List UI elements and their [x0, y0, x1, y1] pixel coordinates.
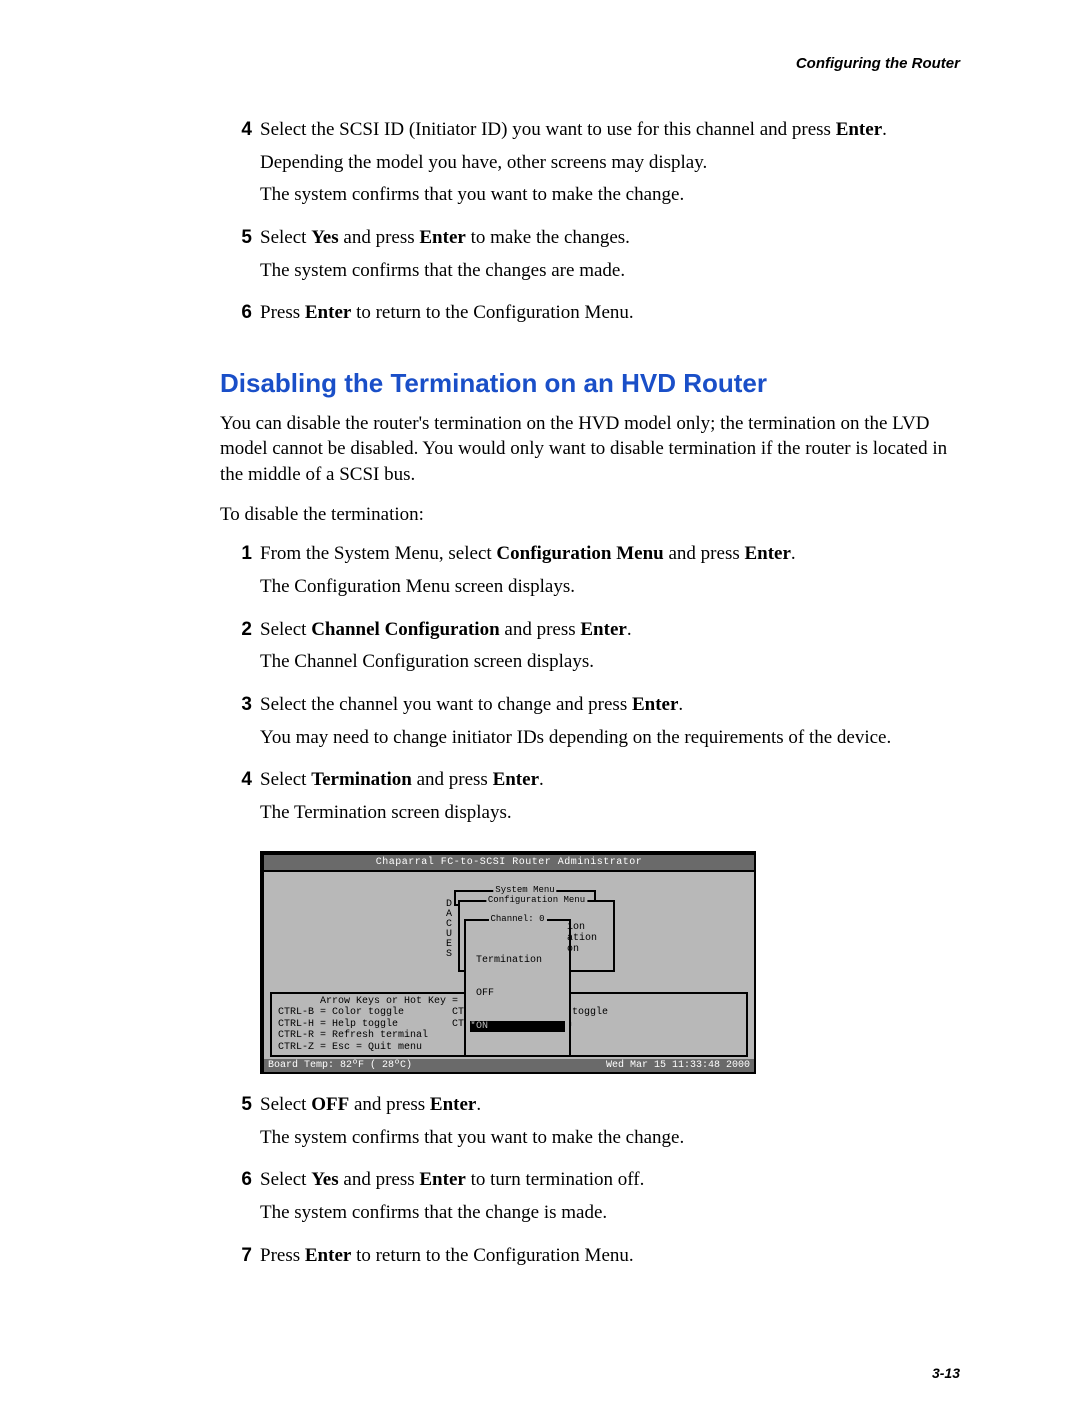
step-line: The Channel Configuration screen display… — [260, 649, 960, 675]
running-header: Configuring the Router — [220, 55, 960, 72]
step-line: Press Enter to return to the Configurati… — [260, 1243, 960, 1269]
step-body: Press Enter to return to the Configurati… — [260, 300, 960, 333]
terminal-title: Chaparral FC-to-SCSI Router Administrato… — [264, 855, 754, 872]
step-line: Press Enter to return to the Configurati… — [260, 300, 960, 326]
step-body: Select Yes and press Enter to turn termi… — [260, 1167, 960, 1232]
step-body: Select OFF and press Enter. The system co… — [260, 1092, 960, 1157]
step-number: 1 — [220, 541, 260, 606]
section-heading: Disabling the Termination on an HVD Rout… — [220, 368, 960, 399]
terminal-screenshot: Chaparral FC-to-SCSI Router Administrato… — [260, 851, 756, 1075]
menu-hotkeys: D A C U E S — [446, 900, 452, 960]
step-line: You may need to change initiator IDs dep… — [260, 725, 960, 751]
intro-block: You can disable the router's termination… — [220, 411, 960, 528]
step-line: Select Yes and press Enter to make the c… — [260, 225, 960, 251]
step-line: The system confirms that you want to mak… — [260, 182, 960, 208]
step-row: 5Select Yes and press Enter to make the … — [220, 225, 960, 290]
step-line: The Configuration Menu screen displays. — [260, 574, 960, 600]
step-line: Select Channel Configuration and press E… — [260, 617, 960, 643]
step-row: 6Select Yes and press Enter to turn term… — [220, 1167, 960, 1232]
page-number: 3-13 — [220, 1365, 960, 1381]
step-body: Select the channel you want to change an… — [260, 692, 960, 757]
step-line: Select OFF and press Enter. — [260, 1092, 960, 1118]
intro-para-1: You can disable the router's termination… — [220, 411, 960, 488]
step-body: From the System Menu, select Configurati… — [260, 541, 960, 606]
terminal-body: D A C U E S System Menu Configuration Me… — [264, 872, 754, 992]
step-body: Select Termination and press Enter. The T… — [260, 767, 960, 832]
channel-menu-title: Channel: 0 — [488, 915, 546, 925]
status-right: Wed Mar 15 11:33:48 2000 — [606, 1060, 750, 1071]
intro-para-2: To disable the termination: — [220, 502, 960, 528]
step-line: Select Yes and press Enter to turn termi… — [260, 1167, 960, 1193]
step-row: 5Select OFF and press Enter. The system c… — [220, 1092, 960, 1157]
step-line: Depending the model you have, other scre… — [260, 150, 960, 176]
step-line: Select Termination and press Enter. — [260, 767, 960, 793]
off-item: OFF — [470, 988, 565, 999]
step-number: 2 — [220, 617, 260, 682]
frag-ion: ion — [567, 922, 585, 933]
on-item-selected: *ON — [470, 1021, 565, 1032]
step-line: The system confirms that you want to mak… — [260, 1125, 960, 1151]
step-body: Select Yes and press Enter to make the c… — [260, 225, 960, 290]
step-body: Press Enter to return to the Configurati… — [260, 1243, 960, 1276]
channel-menu-box: Channel: 0 Termination OFF *ON — [464, 919, 571, 1057]
step-number: 5 — [220, 225, 260, 290]
terminal-statusbar: Board Temp: 82ºF ( 28ºC) Wed Mar 15 11:3… — [264, 1059, 754, 1072]
step-number: 5 — [220, 1092, 260, 1157]
step-row: 1From the System Menu, select Configurat… — [220, 541, 960, 606]
step-line: The system confirms that the changes are… — [260, 258, 960, 284]
step-row: 4Select Termination and press Enter. The … — [220, 767, 960, 832]
frag-on: on — [567, 944, 579, 955]
step-row: 4Select the SCSI ID (Initiator ID) you w… — [220, 117, 960, 215]
frag-ation: ation — [567, 933, 597, 944]
page: Configuring the Router 4Select the SCSI … — [0, 0, 1080, 1421]
step-line: Select the SCSI ID (Initiator ID) you wa… — [260, 117, 960, 143]
steps-part-1: 1From the System Menu, select Configurat… — [220, 541, 960, 832]
step-line: Select the channel you want to change an… — [260, 692, 960, 718]
step-line: The system confirms that the change is m… — [260, 1200, 960, 1226]
top-steps: 4Select the SCSI ID (Initiator ID) you w… — [220, 117, 960, 333]
steps-part-2: 5Select OFF and press Enter. The system c… — [220, 1092, 960, 1275]
step-body: Select the SCSI ID (Initiator ID) you wa… — [260, 117, 960, 215]
step-number: 4 — [220, 767, 260, 832]
step-line: From the System Menu, select Configurati… — [260, 541, 960, 567]
step-row: 6Press Enter to return to the Configurat… — [220, 300, 960, 333]
step-number: 6 — [220, 300, 260, 333]
status-left: Board Temp: 82ºF ( 28ºC) — [268, 1060, 412, 1071]
configuration-menu-title: Configuration Menu — [486, 896, 587, 906]
step-number: 6 — [220, 1167, 260, 1232]
step-body: Select Channel Configuration and press E… — [260, 617, 960, 682]
step-number: 4 — [220, 117, 260, 215]
step-line: The Termination screen displays. — [260, 800, 960, 826]
step-row: 7Press Enter to return to the Configurat… — [220, 1243, 960, 1276]
step-row: 2Select Channel Configuration and press … — [220, 617, 960, 682]
step-number: 3 — [220, 692, 260, 757]
step-number: 7 — [220, 1243, 260, 1276]
step-row: 3Select the channel you want to change a… — [220, 692, 960, 757]
termination-item: Termination — [470, 955, 565, 966]
